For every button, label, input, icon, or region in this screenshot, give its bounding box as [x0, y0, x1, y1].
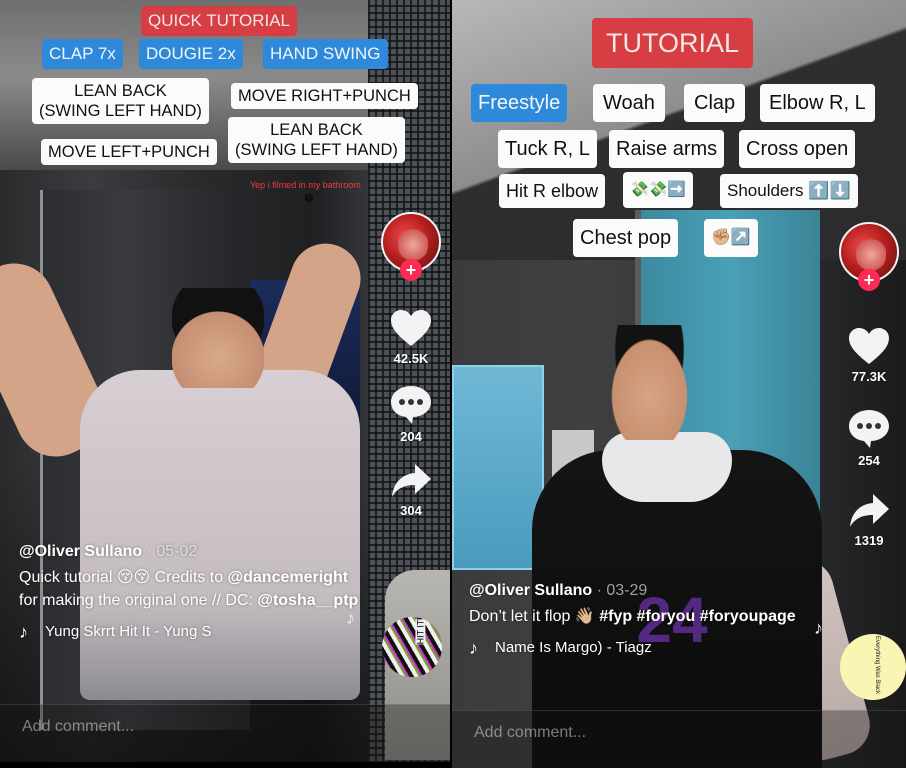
- move-tag: LEAN BACK (SWING LEFT HAND): [32, 78, 209, 124]
- bottom-strip: [0, 762, 450, 768]
- avatar-face: [398, 224, 428, 262]
- move-tag: Chest pop: [573, 219, 679, 257]
- share-button[interactable]: 304: [389, 462, 433, 518]
- avatar-face: [856, 234, 886, 272]
- move-tag: MOVE LEFT+PUNCH: [41, 139, 217, 165]
- plus-icon: +: [405, 260, 417, 280]
- tiktok-music-icon: ♪: [19, 622, 28, 642]
- caption-part: Quick tutorial 😚😚 Credits to: [19, 569, 228, 586]
- action-rail: + 42.5K 204 304: [376, 212, 446, 518]
- mention-link[interactable]: @dancemeright: [228, 569, 349, 586]
- overlay-text: Yep i filmed in my bathroom: [250, 180, 361, 190]
- video-caption: @Oliver Sullano · 05-02 Quick tutorial 😚…: [19, 541, 359, 642]
- author-line: @Oliver Sullano · 03-29: [469, 580, 819, 602]
- video-panel-right[interactable]: 24 TUTORIAL Freestyle Woah Clap Elbow R,…: [452, 0, 906, 768]
- sound-disc[interactable]: Everything Was Black: [840, 634, 906, 700]
- comment-count: 254: [858, 453, 880, 468]
- music-note-icon: ♪: [346, 608, 355, 628]
- post-date: · 03-29: [592, 582, 648, 599]
- comment-icon: [391, 386, 431, 424]
- scene-glass-cabinet: [452, 365, 544, 570]
- move-tag: Shoulders ⬆️⬇️: [720, 174, 858, 208]
- like-button[interactable]: 77.3K: [847, 326, 891, 384]
- like-button[interactable]: 42.5K: [389, 308, 433, 366]
- comment-bar: [452, 710, 906, 768]
- share-count: 1319: [854, 533, 884, 548]
- heart-icon: [391, 310, 431, 346]
- share-button[interactable]: 1319: [847, 492, 891, 548]
- share-icon: [392, 464, 431, 497]
- like-count: 77.3K: [851, 369, 887, 384]
- move-tag: LEAN BACK (SWING LEFT HAND): [228, 117, 405, 163]
- music-note-icon: ♪: [814, 618, 823, 638]
- heart-icon: [849, 328, 889, 364]
- disc-label: Everything Was Black: [874, 635, 881, 695]
- move-tag: Cross open: [739, 130, 856, 168]
- move-tag: Raise arms: [609, 130, 725, 168]
- move-tag: Freestyle: [471, 84, 568, 122]
- comment-button[interactable]: 204: [389, 384, 433, 444]
- video-panel-left[interactable]: QUICK TUTORIAL CLAP 7x DOUGIE 2x HAND SW…: [0, 0, 450, 768]
- title-tag: TUTORIAL: [592, 18, 754, 68]
- hashtag-link[interactable]: #fyp #foryou #foryoupage: [599, 608, 795, 625]
- music-track: Yung Skrrt Hit It - Yung S: [45, 623, 212, 640]
- music-info[interactable]: ♪ Name Is Margo) - Tiagz: [469, 638, 819, 658]
- post-date: · 05-02: [142, 543, 198, 560]
- share-icon: [850, 494, 889, 527]
- move-tag: CLAP 7x: [42, 39, 123, 69]
- like-count: 42.5K: [393, 351, 429, 366]
- creator-avatar[interactable]: +: [839, 222, 899, 291]
- comment-count: 204: [400, 429, 422, 444]
- tiktok-music-icon: ♪: [469, 638, 478, 658]
- move-tag: ✊🏼↗️: [704, 219, 758, 257]
- follow-button[interactable]: +: [400, 259, 422, 281]
- caption-text: Quick tutorial 😚😚 Credits to @dancemerig…: [19, 566, 359, 612]
- scene-dancer-head: [602, 325, 697, 440]
- move-tag: Elbow R, L: [760, 84, 875, 122]
- caption-part: for making the original one // DC:: [19, 592, 258, 609]
- author-username[interactable]: @Oliver Sullano: [19, 543, 142, 560]
- follow-button[interactable]: +: [858, 269, 880, 291]
- move-tag: HAND SWING: [263, 39, 388, 69]
- move-tag: Hit R elbow: [499, 174, 606, 208]
- share-count: 304: [400, 503, 422, 518]
- move-tag: 💸💸➡️: [623, 172, 694, 208]
- creator-avatar[interactable]: +: [381, 212, 441, 281]
- caption-text: Don’t let it flop 👋🏼 #fyp #foryou #foryo…: [469, 605, 819, 628]
- sound-disc[interactable]: HIT IT: [382, 617, 442, 677]
- comment-bar: [0, 704, 450, 762]
- comment-button[interactable]: 254: [847, 408, 891, 468]
- move-tag: Clap: [684, 84, 746, 122]
- author-username[interactable]: @Oliver Sullano: [469, 582, 592, 599]
- move-tag: Tuck R, L: [498, 130, 597, 168]
- comment-input[interactable]: [22, 718, 322, 736]
- move-tag: Woah: [593, 84, 665, 122]
- scene-dancer-body: [80, 370, 360, 700]
- move-tag: MOVE RIGHT+PUNCH: [231, 83, 418, 109]
- plus-icon: +: [863, 270, 875, 290]
- title-tag: QUICK TUTORIAL: [141, 6, 298, 36]
- scene-dancer-head: [172, 288, 264, 388]
- overlay-emoji: 😅: [304, 193, 314, 203]
- music-info[interactable]: ♪ Yung Skrrt Hit It - Yung S: [19, 622, 359, 642]
- music-track: Name Is Margo) - Tiagz: [495, 639, 652, 656]
- caption-part: Don’t let it flop 👋🏼: [469, 608, 600, 625]
- comment-input[interactable]: [474, 724, 774, 742]
- disc-label: HIT IT: [415, 619, 426, 645]
- move-tag: DOUGIE 2x: [139, 39, 243, 69]
- author-line: @Oliver Sullano · 05-02: [19, 541, 359, 563]
- video-caption: @Oliver Sullano · 03-29 Don’t let it flo…: [469, 580, 819, 658]
- scene-hood: [602, 432, 732, 502]
- comment-icon: [849, 410, 889, 448]
- mention-link[interactable]: @tosha__ptp: [257, 592, 358, 609]
- action-rail: + 77.3K 254 1319: [834, 222, 904, 548]
